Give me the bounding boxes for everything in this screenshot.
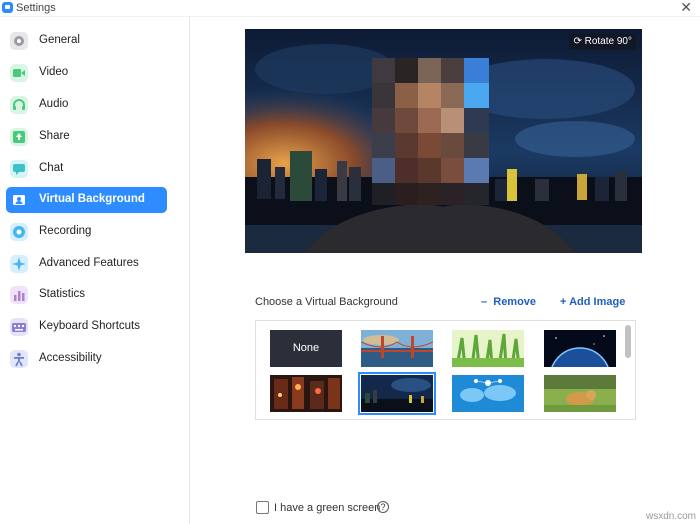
window-title: Settings <box>16 2 56 14</box>
thumbnail-earth-from-space[interactable] <box>544 330 616 367</box>
thumbnail-night-city-skyline[interactable] <box>358 372 436 415</box>
thumbnail-dog-on-lawn[interactable] <box>544 375 616 412</box>
chat-icon <box>10 160 28 178</box>
gear-icon <box>10 32 28 50</box>
sidebar-item-label: General <box>39 34 80 46</box>
add-label: Add Image <box>569 296 626 308</box>
thumbnails-scrollbar[interactable] <box>624 323 632 417</box>
sidebar-item-label: Keyboard Shortcuts <box>39 320 141 332</box>
sidebar-item-keyboard-shortcuts[interactable]: Keyboard Shortcuts <box>6 314 167 340</box>
help-icon[interactable]: ? <box>377 501 389 513</box>
plus-icon: + <box>560 296 567 308</box>
thumbnail-none[interactable]: None <box>270 330 342 367</box>
close-icon[interactable]: ✕ <box>680 0 692 16</box>
accessibility-icon <box>10 350 28 368</box>
sidebar-item-audio[interactable]: Audio <box>6 92 167 118</box>
sidebar-item-label: Advanced Features <box>39 257 139 269</box>
sidebar-item-label: Chat <box>39 162 64 174</box>
bar-chart-icon <box>10 286 28 304</box>
sidebar-item-label: Accessibility <box>39 352 102 364</box>
sidebar-item-label: Video <box>39 66 69 78</box>
sidebar-item-recording[interactable]: Recording <box>6 219 167 245</box>
sidebar-item-label: Audio <box>39 98 69 110</box>
sidebar-item-label: Share <box>39 130 70 142</box>
sidebar-item-chat[interactable]: Chat <box>6 156 167 182</box>
title-bar: Settings ✕ <box>0 0 700 17</box>
minus-icon: – <box>481 296 488 308</box>
remove-background-button[interactable]: – Remove <box>481 296 536 308</box>
sidebar-item-label: Virtual Background <box>39 193 145 205</box>
video-preview: ⟳ Rotate 90° <box>245 29 642 253</box>
choose-background-label: Choose a Virtual Background <box>255 296 398 308</box>
sidebar-item-label: Statistics <box>39 288 86 300</box>
sidebar-item-accessibility[interactable]: Accessibility <box>6 346 167 372</box>
green-screen-label: I have a green screen <box>274 502 381 514</box>
headphones-icon <box>10 96 28 114</box>
remove-label: Remove <box>493 296 537 308</box>
sidebar-item-label: Recording <box>39 225 92 237</box>
thumbnail-grass[interactable] <box>452 330 524 367</box>
sparkle-icon <box>10 255 28 273</box>
rotate-90-button[interactable]: ⟳ Rotate 90° <box>569 34 636 50</box>
sidebar-item-virtual-background[interactable]: Virtual Background <box>6 187 167 213</box>
sidebar-item-statistics[interactable]: Statistics <box>6 282 167 308</box>
sidebar-item-advanced-features[interactable]: Advanced Features <box>6 251 167 277</box>
video-icon <box>10 64 28 82</box>
watermark: wsxdn.com <box>645 511 696 522</box>
scrollbar-thumb[interactable] <box>625 325 631 358</box>
sidebar-item-share[interactable]: Share <box>6 124 167 150</box>
thumbnail-city-street-night[interactable] <box>270 375 342 412</box>
green-screen-checkbox[interactable] <box>256 501 269 514</box>
thumbnail-golden-gate-bridge[interactable] <box>361 330 433 367</box>
sidebar-item-general[interactable]: General <box>6 28 167 54</box>
person-card-icon <box>10 191 28 209</box>
thumbnail-world-map-network[interactable] <box>452 375 524 412</box>
rotate-label: Rotate 90° <box>584 36 632 47</box>
zoom-app-icon <box>2 2 13 13</box>
add-image-button[interactable]: + Add Image <box>560 296 625 308</box>
sidebar-item-video[interactable]: Video <box>6 60 167 86</box>
settings-sidebar: General Video Audio Share Chat Virtual B… <box>0 17 190 524</box>
background-thumbnails-panel: None <box>255 320 636 420</box>
keyboard-icon <box>10 318 28 336</box>
virtual-background-preview-image <box>245 29 642 253</box>
rotate-icon: ⟳ <box>573 36 585 47</box>
record-icon <box>10 223 28 241</box>
share-screen-icon <box>10 128 28 146</box>
